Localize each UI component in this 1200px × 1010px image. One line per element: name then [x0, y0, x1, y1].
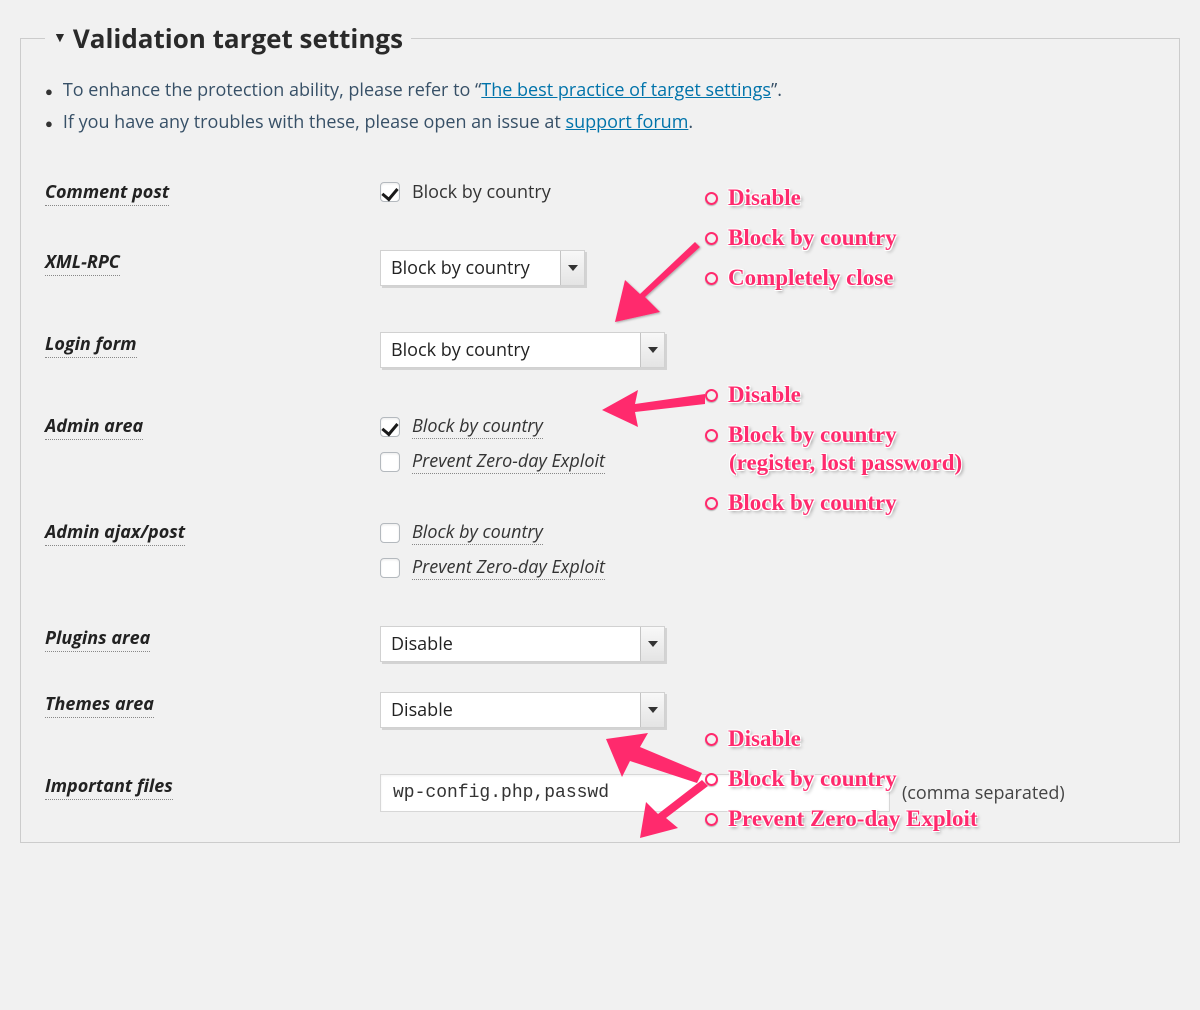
checkbox-label: Block by country — [412, 180, 551, 204]
annotation-text: Completely close — [728, 265, 893, 291]
bullet-icon: ● — [45, 82, 53, 100]
select-plugins-area[interactable]: Disable — [380, 626, 665, 662]
support-forum-link[interactable]: support forum — [566, 110, 689, 134]
checkbox-admin-block[interactable] — [380, 417, 400, 437]
row-comment-post: Comment post Block by country — [45, 180, 1155, 204]
checkbox-label: Block by country — [412, 520, 543, 545]
section-legend[interactable]: ▼ Validation target settings — [45, 20, 411, 56]
checkbox-ajax-block[interactable] — [380, 523, 400, 543]
select-xml-rpc[interactable]: Block by country — [380, 250, 585, 286]
label-xml-rpc: XML-RPC — [45, 250, 120, 276]
chevron-down-icon — [640, 333, 664, 367]
validation-target-settings-fieldset: ▼ Validation target settings ● To enhanc… — [20, 20, 1180, 843]
annotation-text: (register, lost password) — [729, 450, 962, 475]
select-value: Block by country — [381, 338, 540, 362]
select-value: Disable — [381, 698, 463, 722]
checkbox-comment-post-block[interactable] — [380, 182, 400, 202]
intro-line1-prefix: To enhance the protection ability, pleas… — [63, 78, 481, 102]
checkbox-label: Block by country — [412, 414, 543, 439]
intro-line1-suffix: ”. — [771, 78, 782, 102]
chevron-down-icon — [640, 693, 664, 727]
annotation-text: Prevent Zero-day Exploit — [728, 806, 978, 832]
label-important-files: Important files — [45, 774, 173, 800]
annotation-xmlrpc-options: Disable Block by country Completely clos… — [705, 185, 897, 291]
row-admin-area: Admin area Block by country Prevent Zero… — [45, 414, 1155, 474]
bullet-icon: ● — [45, 114, 53, 132]
checkbox-admin-zeroday[interactable] — [380, 452, 400, 472]
row-xml-rpc: XML-RPC Block by country — [45, 250, 1155, 286]
annotation-text: Block by country — [728, 422, 897, 448]
chevron-down-icon — [640, 627, 664, 661]
intro-text: ● To enhance the protection ability, ple… — [45, 78, 1155, 134]
checkbox-label: Prevent Zero-day Exploit — [412, 449, 605, 474]
select-themes-area[interactable]: Disable — [380, 692, 665, 728]
row-plugins-area: Plugins area Disable — [45, 626, 1155, 662]
collapse-arrow-icon[interactable]: ▼ — [53, 31, 67, 45]
chevron-down-icon — [560, 251, 584, 285]
annotation-text: Block by country — [728, 766, 897, 792]
annotation-text: Disable — [728, 726, 801, 752]
annotation-login-options: Disable Block by country (register, lost… — [705, 382, 962, 516]
annotation-text: Block by country — [728, 490, 897, 516]
annotation-plugins-options: Disable Block by country Prevent Zero-da… — [705, 726, 978, 832]
row-important-files: Important files wp-config.php,passwd (co… — [45, 774, 1155, 812]
row-admin-ajax: Admin ajax/post Block by country Prevent… — [45, 520, 1155, 580]
label-themes-area: Themes area — [45, 692, 154, 718]
annotation-text: Block by country — [728, 225, 897, 251]
label-plugins-area: Plugins area — [45, 626, 150, 652]
intro-line2-suffix: . — [688, 110, 693, 134]
checkbox-label: Prevent Zero-day Exploit — [412, 555, 605, 580]
section-title: Validation target settings — [73, 20, 403, 56]
best-practice-link[interactable]: The best practice of target settings — [481, 78, 771, 102]
annotation-text: Disable — [728, 382, 801, 408]
checkbox-ajax-zeroday[interactable] — [380, 558, 400, 578]
select-value: Disable — [381, 632, 463, 656]
input-value: wp-config.php,passwd — [393, 783, 609, 803]
label-login-form: Login form — [45, 332, 137, 358]
label-comment-post: Comment post — [45, 180, 169, 206]
row-login-form: Login form Block by country — [45, 332, 1155, 368]
label-admin-ajax: Admin ajax/post — [45, 520, 185, 546]
row-themes-area: Themes area Disable — [45, 692, 1155, 728]
select-login-form[interactable]: Block by country — [380, 332, 665, 368]
intro-line2-prefix: If you have any troubles with these, ple… — [63, 110, 566, 134]
label-admin-area: Admin area — [45, 414, 143, 440]
annotation-text: Disable — [728, 185, 801, 211]
select-value: Block by country — [381, 256, 540, 280]
